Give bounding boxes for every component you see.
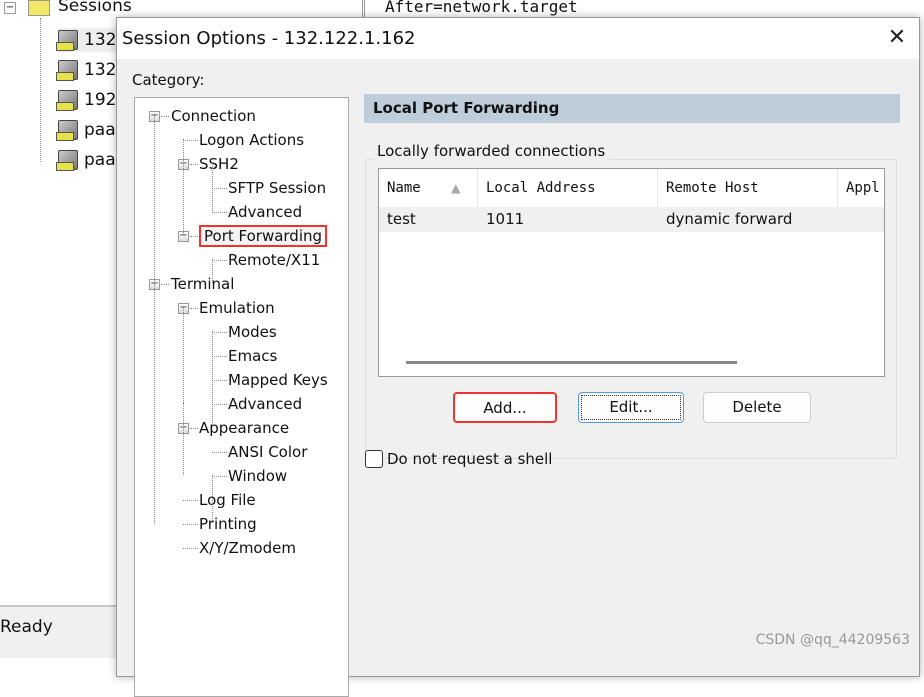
- tree-item-label: X/Y/Zmodem: [199, 539, 296, 557]
- tree-item-ansi-color[interactable]: ANSI Color: [228, 441, 307, 463]
- close-icon[interactable]: ✕: [885, 26, 909, 50]
- tree-item-label: Advanced: [228, 395, 303, 413]
- tree-item-modes[interactable]: Modes: [228, 321, 277, 343]
- no-shell-checkbox[interactable]: [365, 450, 383, 468]
- dialog-title: Session Options - 132.122.1.162: [122, 28, 416, 49]
- server-icon: [56, 150, 78, 171]
- tree-item-label: Printing: [199, 515, 257, 533]
- tree-item-terminal[interactable]: Terminal: [171, 273, 234, 295]
- cell-name: test: [387, 210, 416, 228]
- sort-ascending-icon: ▲: [451, 178, 461, 197]
- add-button[interactable]: Add...: [453, 392, 557, 423]
- session-label: paa: [84, 150, 116, 170]
- category-tree[interactable]: − Connection Logon Actions − SSH2 SFTP Sessio…: [134, 97, 349, 697]
- server-icon: [56, 60, 78, 81]
- session-options-dialog: Session Options - 132.122.1.162 ✕ Catego…: [116, 17, 920, 697]
- session-item[interactable]: 132: [56, 28, 117, 52]
- session-label: 132: [84, 60, 117, 80]
- tree-item-port-forwarding[interactable]: Port Forwarding: [199, 225, 328, 247]
- title-bar: Session Options - 132.122.1.162: [117, 18, 919, 59]
- terminal-text: After=network.target: [362, 0, 924, 18]
- tree-item-mapped-keys[interactable]: Mapped Keys: [228, 369, 328, 391]
- sessions-root[interactable]: Sessions: [58, 0, 132, 16]
- tree-item-label: ANSI Color: [228, 443, 308, 461]
- add-label: Add...: [483, 399, 527, 417]
- server-icon: [56, 90, 78, 111]
- session-tree: − Sessions 132 132 192 paa paa: [0, 0, 132, 605]
- status-bar: Ready: [0, 605, 116, 658]
- collapse-icon[interactable]: −: [4, 2, 16, 14]
- column-header-application[interactable]: Appl: [838, 169, 884, 207]
- tree-item-printing[interactable]: Printing: [199, 513, 257, 535]
- column-header-remote-host[interactable]: Remote Host: [658, 169, 838, 207]
- tree-item-sftp-session[interactable]: SFTP Session: [228, 177, 326, 199]
- tree-item-emacs[interactable]: Emacs: [228, 345, 277, 367]
- tree-item-ssh2[interactable]: SSH2: [199, 153, 239, 175]
- tree-item-window[interactable]: Window: [228, 465, 287, 487]
- status-text: Ready: [0, 617, 53, 637]
- tree-item-label: Advanced: [228, 203, 303, 221]
- server-icon: [56, 30, 78, 51]
- cell-local-address: 1011: [486, 210, 525, 228]
- tree-item-x-y-zmodem[interactable]: X/Y/Zmodem: [199, 537, 296, 559]
- tree-item-label: Mapped Keys: [228, 371, 328, 389]
- tree-item-advanced[interactable]: Advanced: [228, 201, 302, 223]
- column-header-local-address[interactable]: Local Address: [478, 169, 658, 207]
- session-label: 132: [84, 30, 117, 50]
- session-item[interactable]: paa: [56, 118, 116, 142]
- session-item[interactable]: 192: [56, 88, 117, 112]
- delete-button[interactable]: Delete: [703, 392, 811, 423]
- tree-item-label: Log File: [199, 491, 256, 509]
- tree-item-label: Terminal: [171, 275, 235, 293]
- edit-button[interactable]: Edit...: [578, 392, 684, 423]
- delete-label: Delete: [732, 398, 782, 416]
- session-label: 192: [84, 90, 117, 110]
- tree-item-label: SSH2: [199, 155, 239, 173]
- server-icon: [56, 120, 78, 141]
- horizontal-scrollbar[interactable]: [406, 361, 737, 364]
- panel-title: Local Port Forwarding: [364, 94, 900, 123]
- session-item[interactable]: 132: [56, 58, 117, 82]
- column-label: Name: [387, 180, 421, 196]
- tree-item-label: Emulation: [199, 299, 275, 317]
- table-row[interactable]: test 1011 dynamic forward: [379, 207, 884, 232]
- cell-remote-host: dynamic forward: [666, 210, 793, 228]
- tree-item-label: Connection: [171, 107, 256, 125]
- tree-item-label: SFTP Session: [228, 179, 327, 197]
- tree-item-logon-actions[interactable]: Logon Actions: [199, 129, 304, 151]
- tree-item-emulation[interactable]: Emulation: [199, 297, 275, 319]
- tree-item-label: Emacs: [228, 347, 278, 365]
- tree-item-label: Logon Actions: [199, 131, 305, 149]
- session-item[interactable]: paa: [56, 148, 116, 172]
- tree-item-log-file[interactable]: Log File: [199, 489, 256, 511]
- group-label: Locally forwarded connections: [373, 142, 610, 160]
- category-label: Category:: [132, 71, 205, 89]
- edit-label: Edit...: [609, 398, 653, 416]
- tree-item-remote-x11[interactable]: Remote/X11: [228, 249, 320, 271]
- session-label: paa: [84, 120, 116, 140]
- watermark: CSDN @qq_44209563: [755, 632, 910, 648]
- tree-item-label: Remote/X11: [228, 251, 321, 269]
- tree-item-label: Modes: [228, 323, 277, 341]
- no-shell-label[interactable]: Do not request a shell: [387, 450, 552, 468]
- tree-item-label: Window: [228, 467, 288, 485]
- connections-list[interactable]: Name ▲ Local Address Remote Host Appl tes…: [378, 168, 885, 377]
- folder-icon: [28, 0, 50, 16]
- tree-item-label: Port Forwarding: [199, 225, 328, 247]
- column-header-name[interactable]: Name ▲: [379, 169, 478, 207]
- tree-item-connection[interactable]: Connection: [171, 105, 256, 127]
- tree-item-advanced[interactable]: Advanced: [228, 393, 302, 415]
